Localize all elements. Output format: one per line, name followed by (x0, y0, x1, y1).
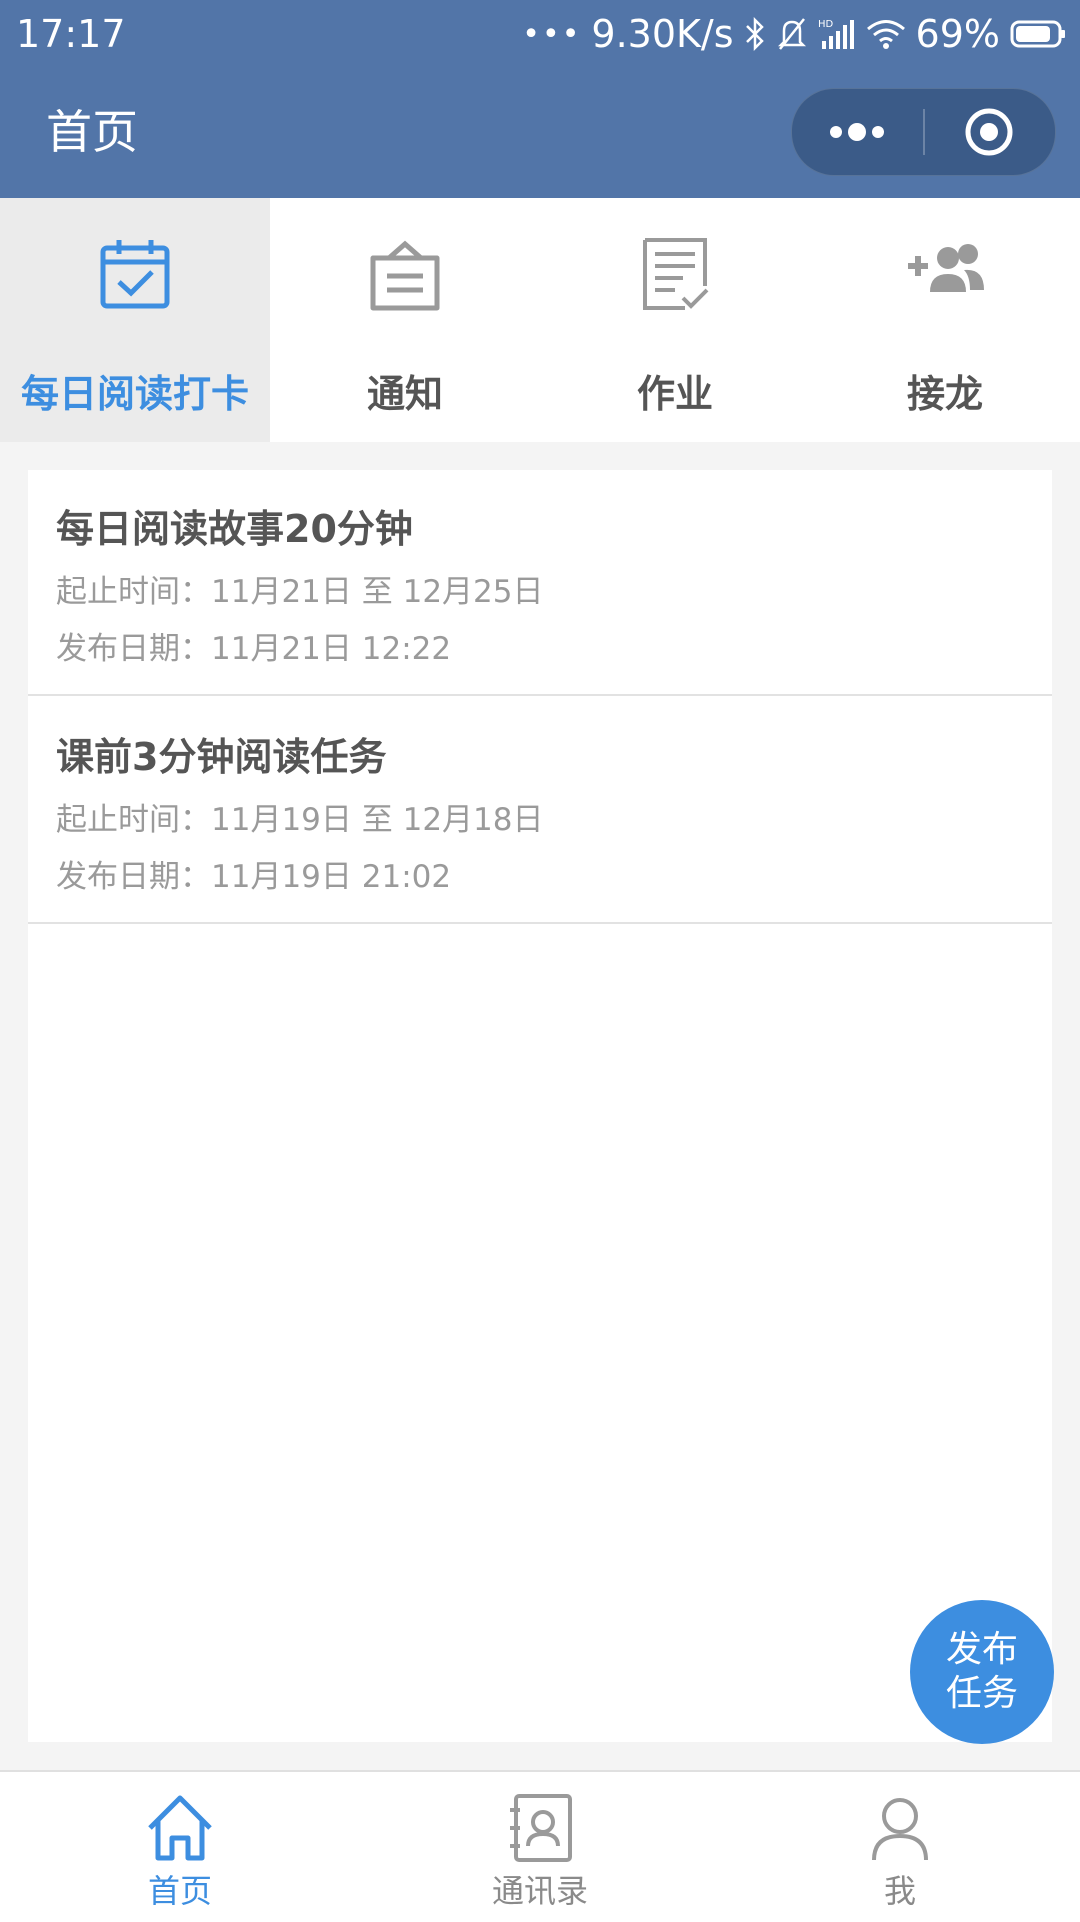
tab-homework[interactable]: 作业 (540, 198, 810, 442)
tab-daily-reading[interactable]: 每日阅读打卡 (0, 198, 270, 442)
bottom-tab-contacts[interactable]: 通讯录 (360, 1772, 720, 1922)
status-bar: 17:17 ••• 9.30K/s HD 69% (0, 0, 1080, 68)
user-icon (872, 1798, 928, 1861)
svg-text:HD: HD (818, 19, 834, 30)
battery-percent: 69% (915, 12, 1000, 56)
fab-label-line1: 发布 (945, 1629, 1018, 1670)
tab-label: 每日阅读打卡 (20, 372, 249, 416)
target-close-icon (965, 108, 1013, 156)
signal-hd-icon: HD (818, 19, 854, 49)
notice-board-icon (370, 240, 440, 311)
tab-label: 作业 (636, 372, 713, 416)
status-time: 17:17 (16, 12, 126, 56)
tab-label: 接龙 (906, 372, 983, 416)
category-tabs: 每日阅读打卡 通知 作业 接龙 (0, 198, 1080, 442)
nav-header: 首页 (0, 68, 1080, 198)
bottom-tab-label: 我 (883, 1872, 916, 1910)
network-speed: 9.30K/s (591, 12, 734, 56)
bottom-tab-home[interactable]: 首页 (0, 1772, 360, 1922)
page-title: 首页 (46, 105, 138, 159)
task-period: 起止时间：11月21日 至 12月25日 (56, 574, 544, 610)
bottom-tab-me[interactable]: 我 (720, 1772, 1080, 1922)
task-title: 课前3分钟阅读任务 (56, 735, 387, 779)
task-item[interactable]: 课前3分钟阅读任务 起止时间：11月19日 至 12月18日 发布日期：11月1… (28, 698, 1052, 924)
add-users-icon (908, 244, 984, 292)
task-publish-date: 发布日期：11月21日 12:22 (56, 631, 452, 667)
status-indicators: ••• 9.30K/s HD 69% (522, 10, 1066, 58)
bottom-tab-bar: 首页 通讯录 我 (0, 1770, 1080, 1922)
bottom-tab-label: 通讯录 (491, 1872, 588, 1910)
contacts-icon (510, 1794, 572, 1862)
fab-label-line2: 任务 (945, 1673, 1018, 1714)
task-period: 起止时间：11月19日 至 12月18日 (56, 802, 544, 838)
battery-icon (1010, 20, 1065, 48)
wifi-icon (866, 20, 905, 49)
more-dots-icon: ••• (522, 16, 582, 52)
home-icon (148, 1795, 212, 1861)
publish-task-button[interactable]: 发布 任务 (910, 1600, 1054, 1744)
calendar-check-icon (100, 240, 170, 309)
bluetooth-icon (745, 17, 764, 51)
task-publish-date: 发布日期：11月19日 21:02 (56, 859, 452, 895)
tab-notice[interactable]: 通知 (270, 198, 540, 442)
close-button[interactable] (924, 89, 1055, 175)
bottom-tab-label: 首页 (147, 1872, 212, 1910)
more-dots-icon (830, 123, 884, 141)
homework-list-icon (643, 238, 709, 310)
mini-program-capsule (791, 88, 1056, 176)
task-list: 每日阅读故事20分钟 起止时间：11月21日 至 12月25日 发布日期：11月… (28, 470, 1052, 1742)
tab-label: 通知 (366, 372, 443, 416)
task-item[interactable]: 每日阅读故事20分钟 起止时间：11月21日 至 12月25日 发布日期：11月… (28, 470, 1052, 696)
bell-muted-icon (777, 18, 806, 50)
task-title: 每日阅读故事20分钟 (56, 507, 413, 551)
tab-relay[interactable]: 接龙 (810, 198, 1080, 442)
more-button[interactable] (792, 89, 923, 175)
